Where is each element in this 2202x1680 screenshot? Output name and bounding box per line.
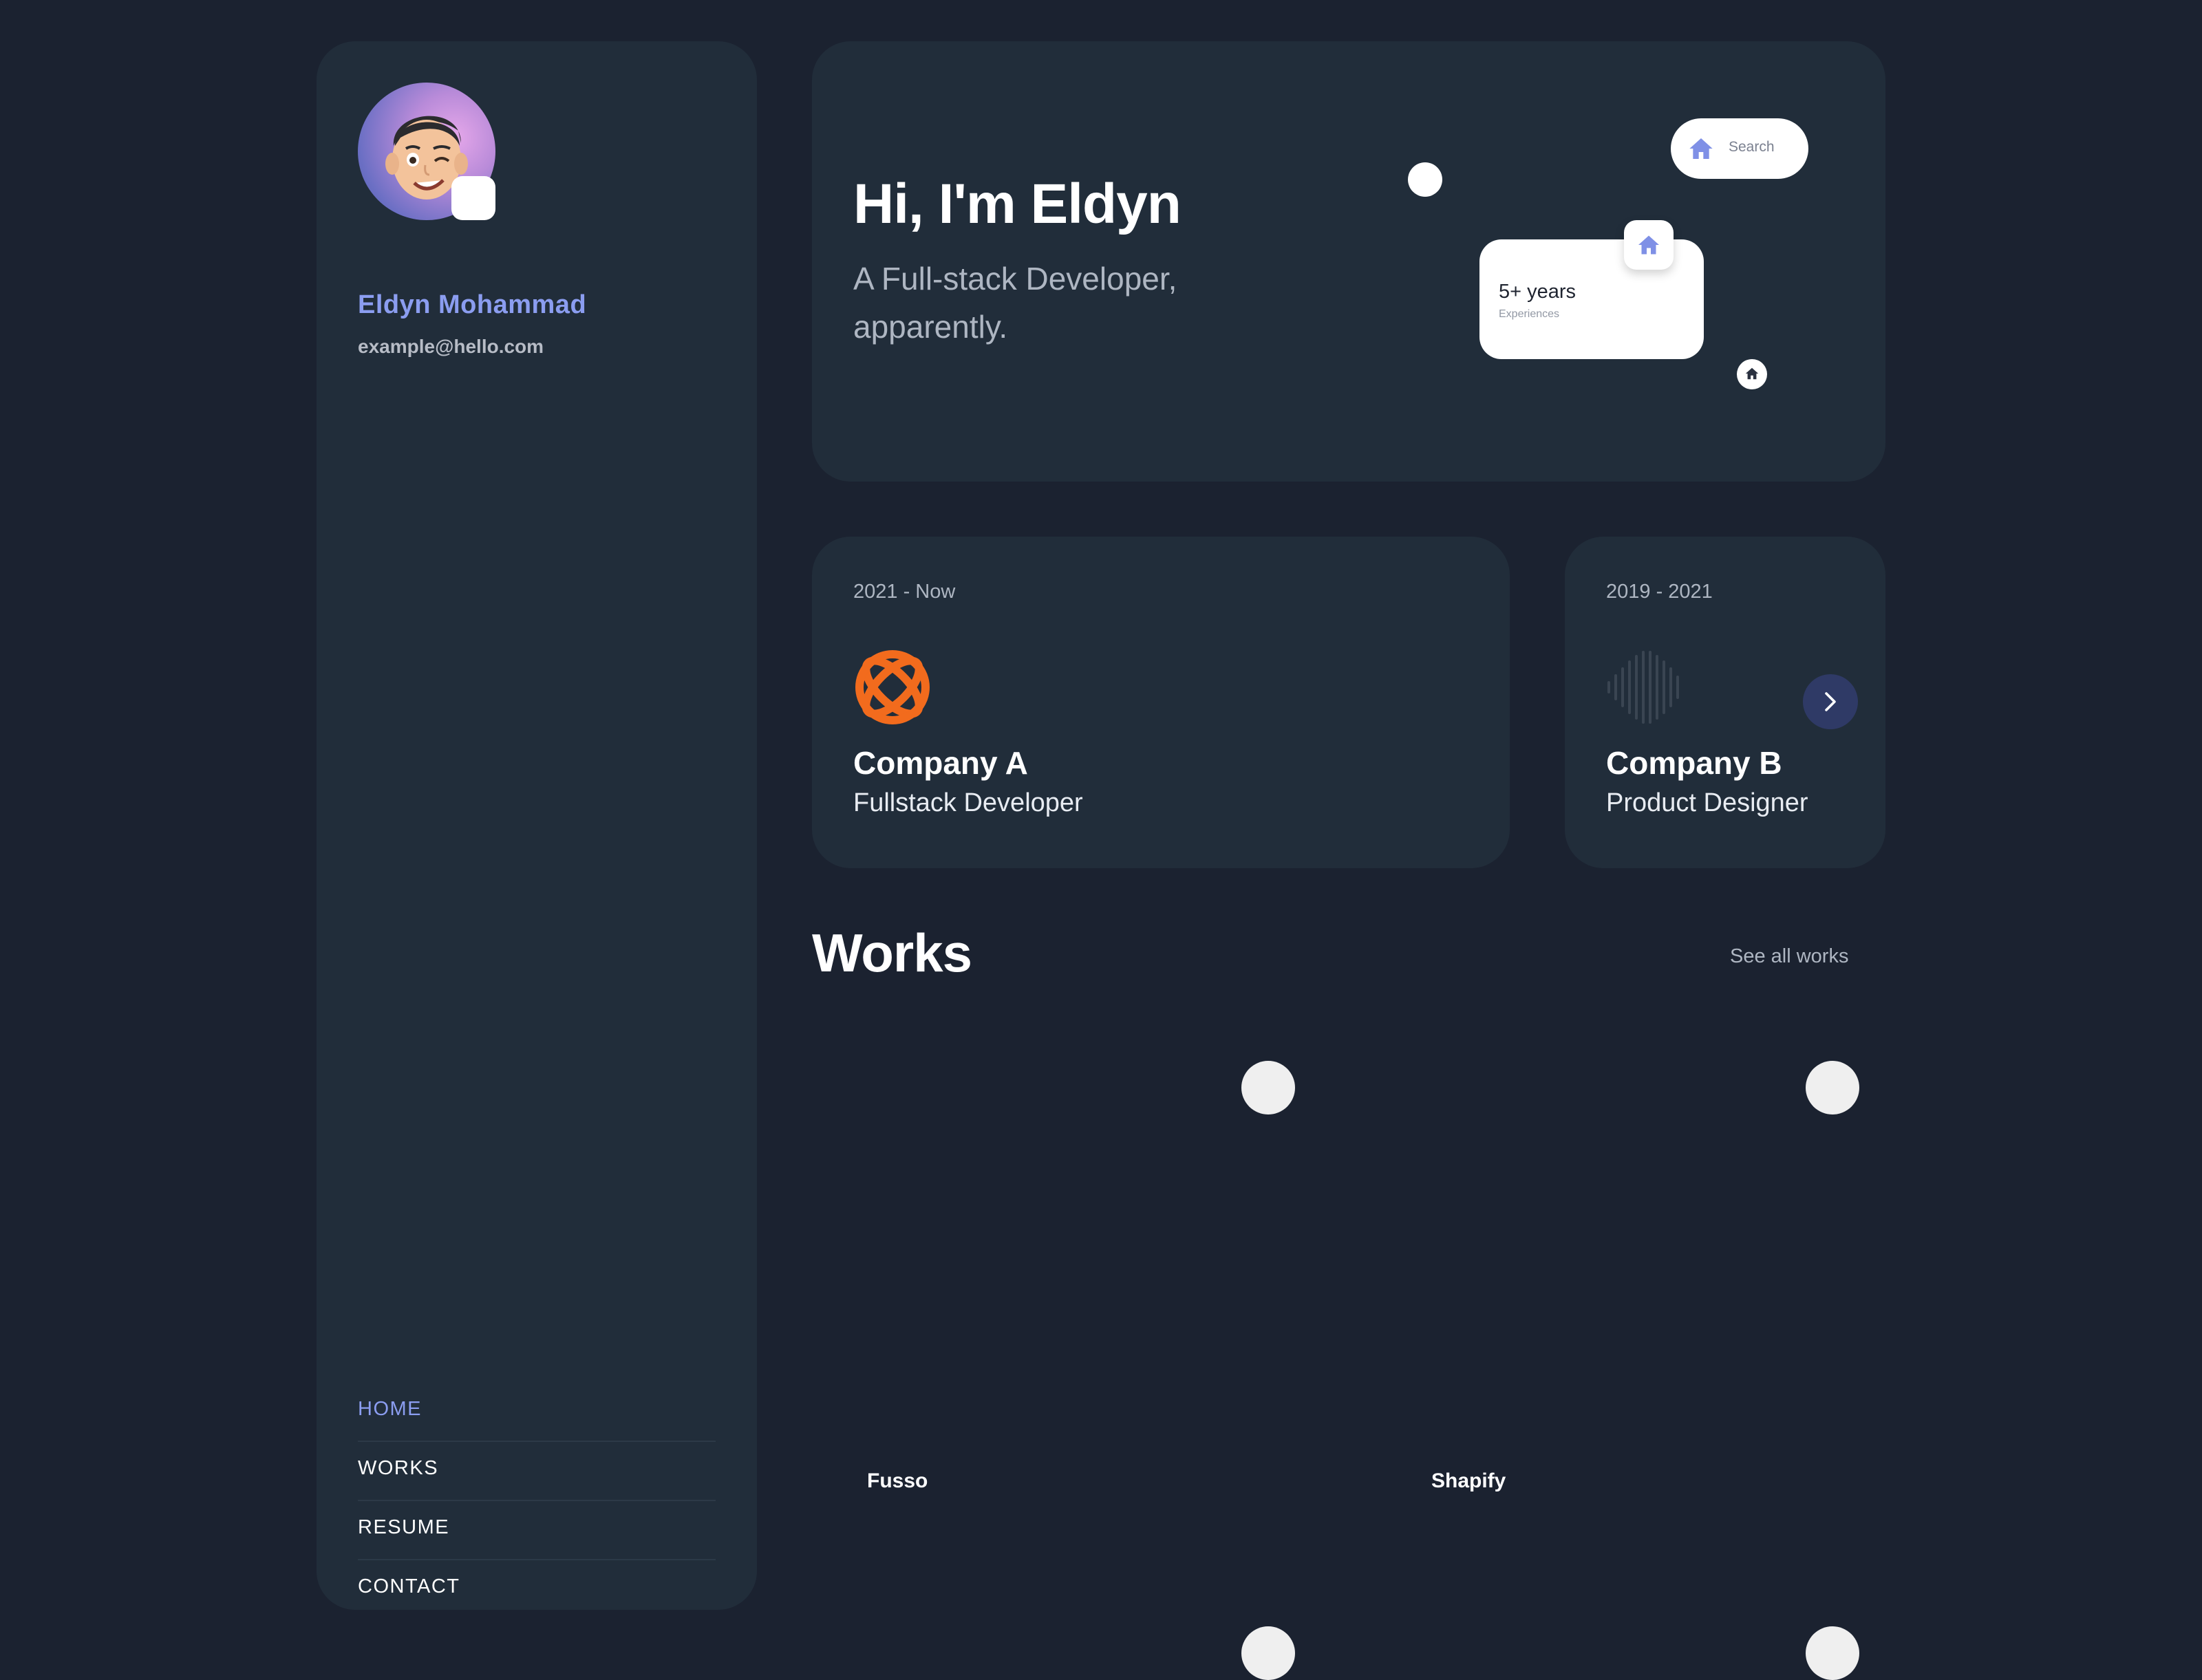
work-title: Fusso <box>867 1469 928 1492</box>
work-favorite-button[interactable] <box>1241 1061 1295 1114</box>
job-card-company-b[interactable]: 2019 - 2021 Company B Product Designer <box>1565 537 1885 868</box>
work-favorite-button[interactable] <box>1806 1061 1859 1114</box>
orange-lattice-logo-icon <box>855 650 930 724</box>
job-period: 2021 - Now <box>853 581 956 603</box>
hero-subtitle: A Full-stack Developer, apparently. <box>853 261 1177 345</box>
works-heading: Works <box>812 923 972 983</box>
hero-title: Hi, I'm Eldyn <box>853 173 1182 235</box>
work-favorite-button[interactable] <box>1241 1626 1295 1680</box>
profile-name: Eldyn Mohammad <box>358 290 587 319</box>
avatar-status-badge <box>451 176 495 220</box>
work-card-shapify[interactable]: Shapify <box>1376 1032 1968 1555</box>
job-company: Company A <box>853 745 1028 781</box>
small-home-badge <box>1737 359 1767 389</box>
see-all-works-link[interactable]: See all works <box>1730 945 1848 968</box>
main-nav: HOME WORKS RESUME CONTACT <box>358 1383 716 1619</box>
home-icon <box>1745 367 1759 380</box>
profile-email[interactable]: example@hello.com <box>358 336 544 358</box>
nav-item-resume[interactable]: RESUME <box>358 1501 716 1560</box>
nav-item-contact[interactable]: CONTACT <box>358 1560 716 1619</box>
work-favorite-button[interactable] <box>1806 1626 1859 1680</box>
chevron-right-icon <box>1825 692 1836 711</box>
hero-card: Hi, I'm Eldyn A Full-stack Developer, ap… <box>812 41 1885 482</box>
nav-item-home[interactable]: HOME <box>358 1383 716 1442</box>
job-company: Company B <box>1606 745 1782 781</box>
work-card-fusso[interactable]: Fusso <box>812 1032 1404 1555</box>
home-icon <box>1638 235 1659 255</box>
job-role: Product Designer <box>1606 788 1808 817</box>
experience-years: 5+ years <box>1499 281 1576 303</box>
work-title: Shapify <box>1431 1469 1506 1492</box>
search-pill[interactable]: Search <box>1671 118 1808 179</box>
search-label: Search <box>1729 139 1775 155</box>
experience-caption: Experiences <box>1499 308 1560 320</box>
next-button[interactable] <box>1803 674 1858 729</box>
home-icon <box>1689 138 1713 159</box>
sound-wave-logo-icon <box>1607 651 1679 724</box>
job-card-company-a[interactable]: 2021 - Now Company A Fullstack Developer <box>812 537 1510 868</box>
profile-sidebar: Eldyn Mohammad example@hello.com HOME WO… <box>317 41 757 1610</box>
decorative-dot <box>1408 162 1442 197</box>
job-period: 2019 - 2021 <box>1606 581 1713 603</box>
experience-badge <box>1624 220 1674 270</box>
nav-item-works[interactable]: WORKS <box>358 1442 716 1501</box>
job-role: Fullstack Developer <box>853 788 1083 817</box>
